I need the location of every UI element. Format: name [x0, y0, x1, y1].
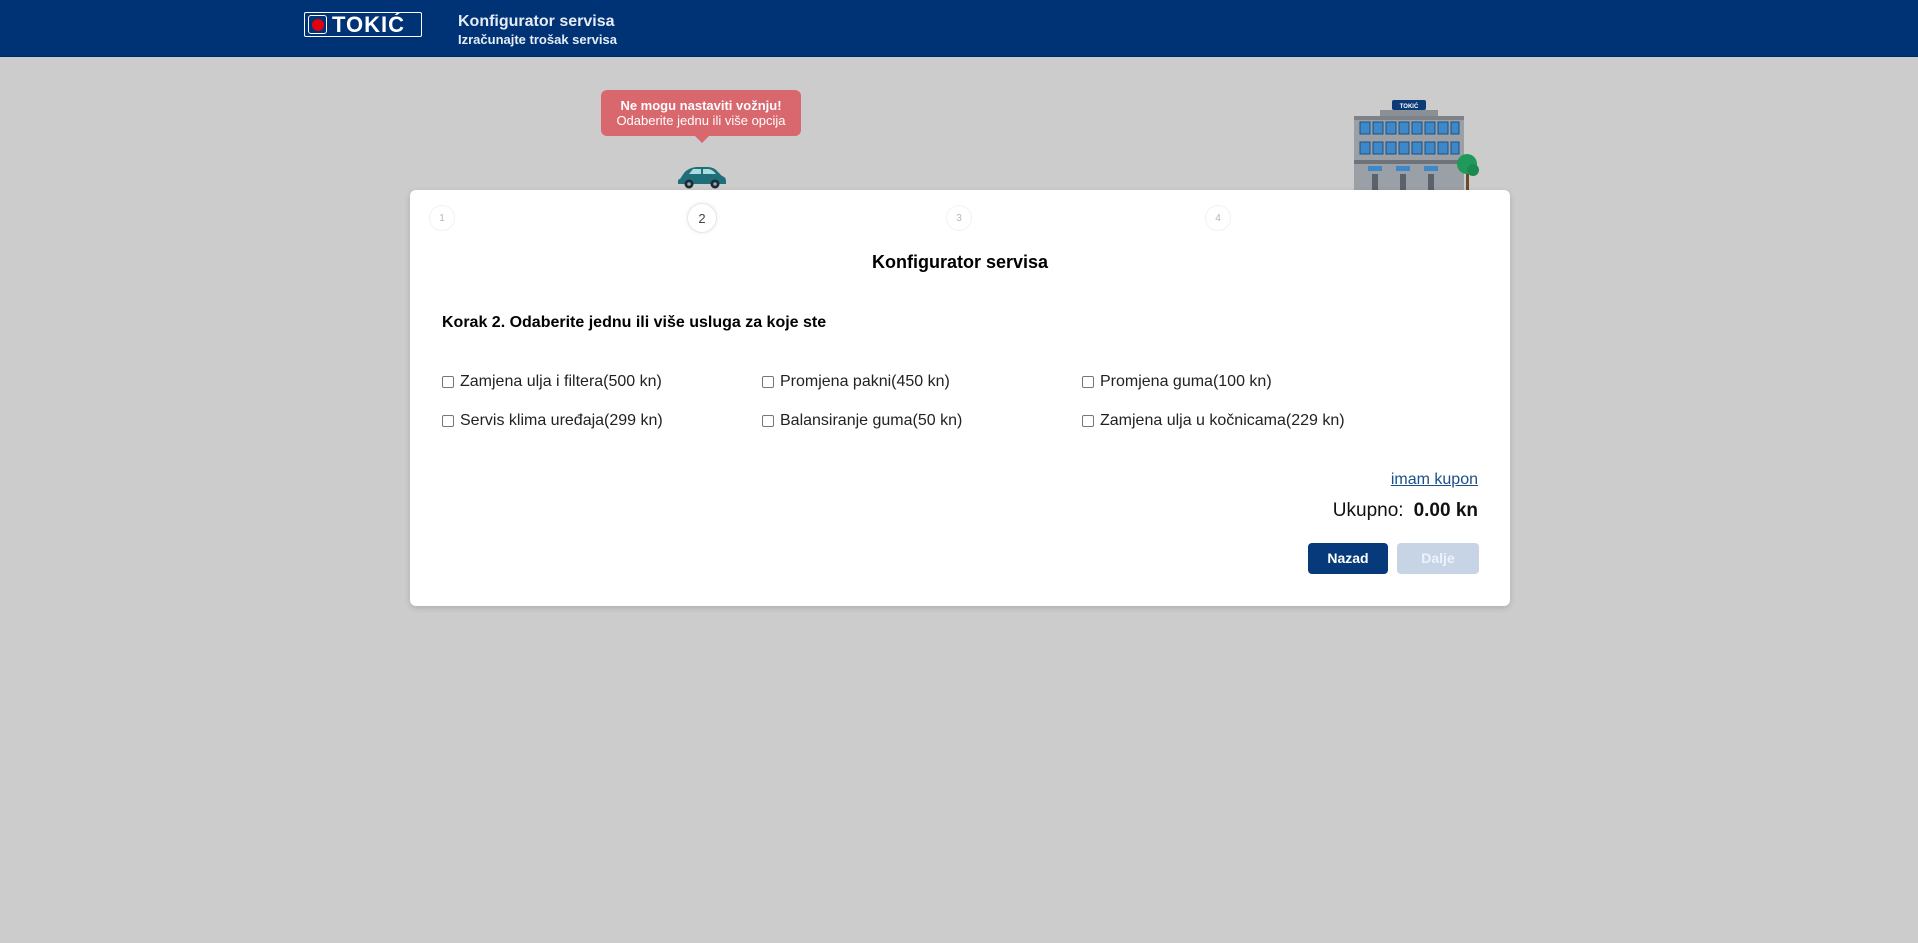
card-title: Konfigurator servisa: [871, 252, 1049, 272]
total-value: 0.00 kn: [1413, 500, 1478, 521]
configurator-card: 1 2 3 4 Konfigurator servisa Korak 2. Od…: [410, 190, 1510, 606]
service-label: Promjena guma(100 kn): [1100, 373, 1272, 390]
coupon-link[interactable]: imam kupon: [1391, 471, 1478, 489]
logo-dot-icon: [308, 15, 327, 34]
service-option-brake-fluid[interactable]: Zamjena ulja u kočnicama(229 kn): [1082, 412, 1345, 430]
tooltip-message: Odaberite jednu ili više opcija: [616, 113, 786, 128]
top-header: TOKIĆ Konfigurator servisa Izračunajte t…: [0, 0, 1918, 57]
service-option-tire-change[interactable]: Promjena guma(100 kn): [1082, 373, 1272, 391]
header-titles: Konfigurator servisa Izračunajte trošak …: [458, 13, 617, 48]
step-indicator-2[interactable]: 2: [687, 203, 717, 233]
next-button[interactable]: Dalje: [1397, 543, 1479, 574]
service-checkbox[interactable]: [762, 415, 774, 427]
tokic-logo[interactable]: TOKIĆ: [304, 12, 422, 37]
car-icon: [678, 167, 726, 189]
service-label: Servis klima uređaja(299 kn): [460, 412, 663, 429]
app-subtitle: Izračunajte trošak servisa: [458, 32, 617, 47]
logo-text: TOKIĆ: [332, 11, 406, 37]
service-label: Zamjena ulja i filtera(500 kn): [460, 373, 662, 390]
service-option-brake-pads[interactable]: Promjena pakni(450 kn): [762, 373, 950, 391]
service-checkbox[interactable]: [1082, 415, 1094, 427]
step-indicator-3[interactable]: 3: [946, 205, 972, 231]
tooltip-title: Ne mogu nastaviti vožnju!: [620, 98, 782, 113]
warning-tooltip: Ne mogu nastaviti vožnju! Odaberite jedn…: [601, 90, 801, 143]
total-price: Ukupno: 0.00 kn: [1333, 500, 1478, 522]
step-indicator-4[interactable]: 4: [1205, 205, 1231, 231]
service-option-ac-service[interactable]: Servis klima uređaja(299 kn): [442, 412, 663, 430]
back-button[interactable]: Nazad: [1308, 543, 1388, 574]
service-label: Zamjena ulja u kočnicama(229 kn): [1100, 412, 1345, 429]
step-heading: Korak 2. Odaberite jednu ili više usluga…: [442, 314, 827, 331]
service-checkbox[interactable]: [442, 415, 454, 427]
building-sign: TOKIĆ: [1400, 102, 1419, 110]
service-checkbox[interactable]: [1082, 376, 1094, 388]
service-label: Promjena pakni(450 kn): [780, 373, 950, 390]
service-option-oil-filter[interactable]: Zamjena ulja i filtera(500 kn): [442, 373, 662, 391]
service-checkbox[interactable]: [442, 376, 454, 388]
app-title: Konfigurator servisa: [458, 13, 615, 30]
service-option-tire-balancing[interactable]: Balansiranje guma(50 kn): [762, 412, 962, 430]
total-label: Ukupno:: [1332, 500, 1404, 521]
service-checkbox[interactable]: [762, 376, 774, 388]
service-label: Balansiranje guma(50 kn): [780, 412, 963, 429]
step-indicator-1[interactable]: 1: [429, 205, 455, 231]
service-building-icon: TOKIĆ: [1354, 100, 1479, 190]
